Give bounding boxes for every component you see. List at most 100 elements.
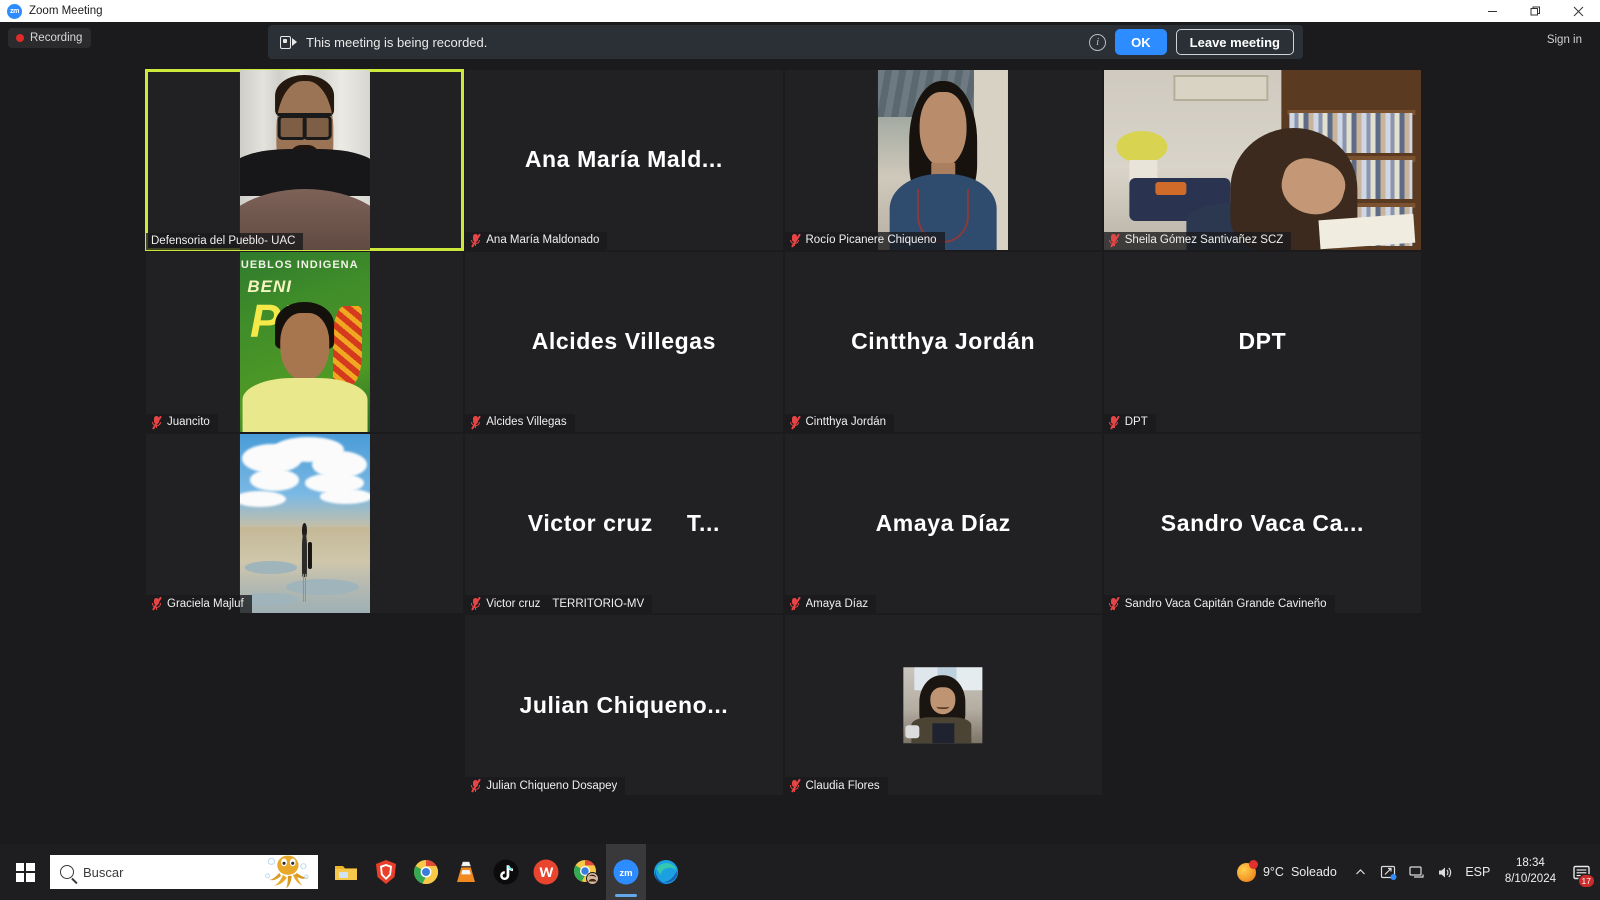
muted-microphone-icon	[1109, 596, 1120, 611]
network-tray-icon[interactable]	[1403, 844, 1431, 900]
notification-center-button[interactable]: 17	[1564, 844, 1598, 900]
search-input[interactable]: Buscar	[50, 855, 318, 889]
titlebar-left: zm Zoom Meeting	[0, 3, 103, 19]
squid-illustration-icon	[265, 855, 309, 889]
participant-tile[interactable]: Sheila Gómez Santivañez SCZ	[1103, 70, 1421, 250]
muted-microphone-icon	[470, 596, 481, 611]
info-icon[interactable]: i	[1089, 33, 1107, 51]
taskbar-clock[interactable]: 18:34 8/10/2024	[1497, 856, 1564, 887]
close-button[interactable]	[1557, 0, 1600, 22]
participant-tile[interactable]: UEBLOS INDIGENABENIPIB Juancito	[146, 251, 464, 432]
muted-microphone-icon	[151, 596, 162, 611]
participant-name-label: Rocío Picanere Chiqueno	[805, 234, 937, 247]
show-hidden-icons-button[interactable]	[1347, 844, 1375, 900]
start-button[interactable]	[0, 844, 50, 900]
participant-name-bar: Rocío Picanere Chiqueno	[784, 231, 945, 250]
taskbar-app-zoom[interactable]: zm	[606, 844, 646, 900]
participant-display-name: Amaya Díaz	[875, 509, 1011, 536]
google-chrome-icon	[413, 860, 439, 885]
participant-name-bar: Defensoria del Pueblo- UAC	[146, 232, 304, 250]
zoom-app-icon: zm	[7, 3, 22, 19]
leave-meeting-button[interactable]: Leave meeting	[1175, 29, 1294, 55]
participant-name-bar: Cintthya Jordán	[784, 413, 895, 432]
participant-display-name: Julian Chiqueno...	[519, 691, 729, 718]
sign-in-button[interactable]: Sign in	[1541, 30, 1588, 50]
sunny-weather-icon	[1236, 859, 1258, 882]
vlc-media-player-icon	[457, 861, 475, 882]
weather-temperature: 9°C	[1262, 865, 1284, 879]
zoom-icon: zm	[613, 859, 639, 885]
windows-taskbar: Buscar zm 9°C Soleado ESP 18:34 8/10/202…	[0, 844, 1600, 900]
window-title: Zoom Meeting	[29, 5, 103, 17]
language-indicator[interactable]: ESP	[1459, 844, 1497, 900]
taskbar-app-file-explorer[interactable]	[326, 844, 366, 900]
participant-tile[interactable]: Cintthya Jordán Cintthya Jordán	[784, 251, 1102, 432]
windows-logo-icon	[15, 862, 35, 882]
participant-name-bar: DPT	[1103, 413, 1156, 432]
participant-name-bar: Alcides Villegas	[465, 413, 575, 432]
participant-tile[interactable]: DPT DPT	[1103, 251, 1421, 432]
participant-display-name: Victor cruz T...	[527, 509, 720, 536]
participant-name-label: Claudia Flores	[805, 779, 880, 792]
participant-display-name: Ana María Mald...	[524, 146, 723, 173]
recording-label: Recording	[30, 32, 83, 44]
participant-name-label: Amaya Díaz	[805, 597, 869, 610]
participant-name-label: DPT	[1124, 416, 1148, 428]
participant-name-bar: Julian Chiqueno Dosapey	[465, 777, 626, 795]
microsoft-edge-icon	[654, 860, 678, 885]
muted-microphone-icon	[1109, 415, 1120, 429]
empty-grid-cell	[1103, 615, 1421, 795]
window-titlebar: zm Zoom Meeting	[0, 0, 1600, 22]
taskbar-app-tiktok[interactable]	[486, 844, 526, 900]
participant-tile[interactable]: Julian Chiqueno... Julian Chiqueno Dosape…	[465, 615, 783, 795]
participant-tile[interactable]: Claudia Flores	[784, 615, 1102, 795]
participant-tile[interactable]: Ana María Mald... Ana María Maldonado	[465, 70, 783, 250]
clock-date: 8/10/2024	[1504, 873, 1556, 885]
participant-name-label: Sheila Gómez Santivañez SCZ	[1124, 234, 1284, 247]
taskbar-app-buttons: zm	[326, 844, 686, 900]
recording-indicator[interactable]: Recording	[8, 28, 92, 48]
taskbar-app-chrome[interactable]	[406, 844, 446, 900]
taskbar-app-brave[interactable]	[366, 844, 406, 900]
participant-display-name: Alcides Villegas	[531, 328, 717, 355]
participant-name-bar: Juancito	[146, 413, 218, 432]
taskbar-app-wps-office[interactable]	[526, 844, 566, 900]
participant-tile[interactable]: Rocío Picanere Chiqueno	[784, 70, 1102, 250]
participant-tile[interactable]: Amaya Díaz Amaya Díaz	[784, 433, 1102, 614]
participant-name-bar: Amaya Díaz	[784, 595, 877, 614]
muted-microphone-icon	[790, 596, 801, 611]
language-label: ESP	[1465, 865, 1491, 879]
participant-video-feed	[903, 667, 983, 743]
participant-name-label: Victor cruz TERRITORIO-MV	[486, 597, 645, 610]
window-controls	[1471, 0, 1600, 22]
participant-name-bar: Graciela Majluf	[146, 595, 252, 614]
maximize-restore-button[interactable]	[1514, 0, 1557, 22]
participant-tile[interactable]: Defensoria del Pueblo- UAC	[144, 69, 465, 251]
participant-tile[interactable]: Alcides Villegas Alcides Villegas	[465, 251, 783, 432]
ok-button[interactable]: OK	[1115, 29, 1167, 55]
taskbar-app-chrome-profile[interactable]	[566, 844, 606, 900]
participant-video-feed	[239, 70, 370, 250]
participant-name-label: Graciela Majluf	[167, 597, 244, 610]
taskbar-weather-widget[interactable]: 9°C Soleado	[1227, 859, 1347, 882]
participant-name-bar: Sandro Vaca Capitán Grande Cavineño	[1103, 595, 1335, 614]
banner-actions: i OK Leave meeting	[1089, 29, 1294, 55]
clock-time: 18:34	[1516, 857, 1545, 870]
meeting-topbar: Recording This meeting is being recorded…	[0, 22, 1600, 60]
speaker-icon	[1439, 867, 1452, 877]
minimize-button[interactable]	[1471, 0, 1514, 22]
search-icon	[60, 865, 74, 879]
google-chrome-profile-icon	[573, 859, 599, 885]
volume-tray-icon[interactable]	[1431, 844, 1459, 900]
participant-tile[interactable]: Graciela Majluf	[146, 433, 464, 614]
muted-microphone-icon	[151, 415, 162, 429]
recording-dot-icon	[16, 34, 24, 42]
taskbar-app-vlc[interactable]	[446, 844, 486, 900]
participant-tile[interactable]: Victor cruz T... Victor cruz TERRITORIO-MV	[465, 433, 783, 614]
participant-video-feed	[1103, 70, 1421, 250]
wps-office-icon	[533, 859, 559, 885]
taskbar-app-edge[interactable]	[646, 844, 686, 900]
participant-tile[interactable]: Sandro Vaca Ca... Sandro Vaca Capitán Gra…	[1103, 433, 1421, 614]
participant-name-bar: Sheila Gómez Santivañez SCZ	[1103, 231, 1292, 250]
onedrive-tray-icon[interactable]	[1375, 844, 1403, 900]
